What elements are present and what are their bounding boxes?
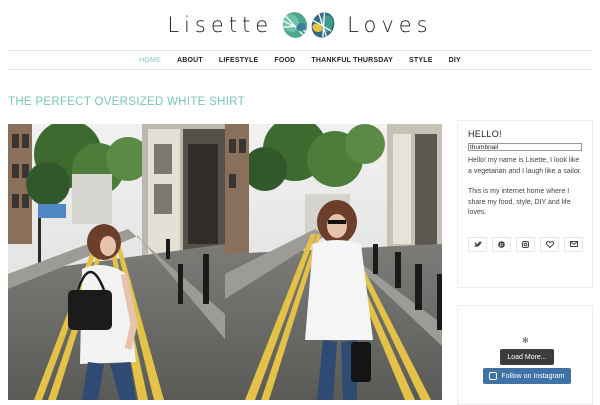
instagram-icon[interactable] — [516, 236, 535, 252]
loading-spinner-icon: ✻ — [522, 336, 529, 345]
logo-text-left: Lisette — [167, 13, 274, 37]
site-logo[interactable]: Lisette Loves — [0, 8, 600, 42]
logo-text-right: Loves — [347, 13, 433, 37]
about-bio-text-2: This is my internet home where I share m… — [468, 188, 571, 216]
follow-instagram-button[interactable]: Follow on Instagram — [483, 368, 571, 384]
nav-item-home[interactable]: HOME — [139, 57, 161, 64]
main-navigation: HOME ABOUT LIFESTYLE FOOD THANKFUL THURS… — [8, 50, 592, 70]
social-links: p — [468, 236, 592, 252]
nav-item-about[interactable]: ABOUT — [177, 57, 203, 64]
pinterest-icon[interactable]: p — [492, 236, 511, 252]
nav-item-style[interactable]: STYLE — [409, 57, 433, 64]
heart-icon[interactable] — [540, 236, 559, 252]
follow-instagram-label: Follow on Instagram — [501, 372, 565, 380]
svg-text:p: p — [500, 242, 503, 248]
instagram-widget: ✻ Load More... Follow on Instagram — [457, 305, 593, 405]
about-widget: HELLO! thumbnail Hello! my name is Liset… — [457, 120, 593, 288]
mail-icon[interactable] — [564, 236, 583, 252]
nav-item-lifestyle[interactable]: LIFESTYLE — [219, 57, 259, 64]
nav-item-food[interactable]: FOOD — [274, 57, 295, 64]
load-more-button[interactable]: Load More... — [500, 349, 554, 365]
post-title[interactable]: THE PERFECT OVERSIZED WHITE SHIRT — [8, 96, 245, 108]
sidebar: HELLO! thumbnail Hello! my name is Liset… — [457, 120, 593, 405]
about-heading: HELLO! — [468, 129, 502, 139]
about-bio-text: Hello! my name is Lisette, I look like a… — [468, 157, 582, 175]
leaf-logo-icon — [281, 8, 339, 42]
nav-item-diy[interactable]: DIY — [449, 57, 461, 64]
about-thumbnail: thumbnail — [468, 143, 582, 151]
site-header: Lisette Loves — [0, 0, 600, 50]
left-photo — [8, 124, 225, 400]
nav-item-thankful-thursday[interactable]: THANKFUL THURSDAY — [311, 57, 393, 64]
instagram-icon — [489, 372, 498, 380]
twitter-icon[interactable] — [468, 236, 487, 252]
post-featured-image[interactable] — [8, 124, 442, 400]
right-photo — [225, 124, 442, 400]
